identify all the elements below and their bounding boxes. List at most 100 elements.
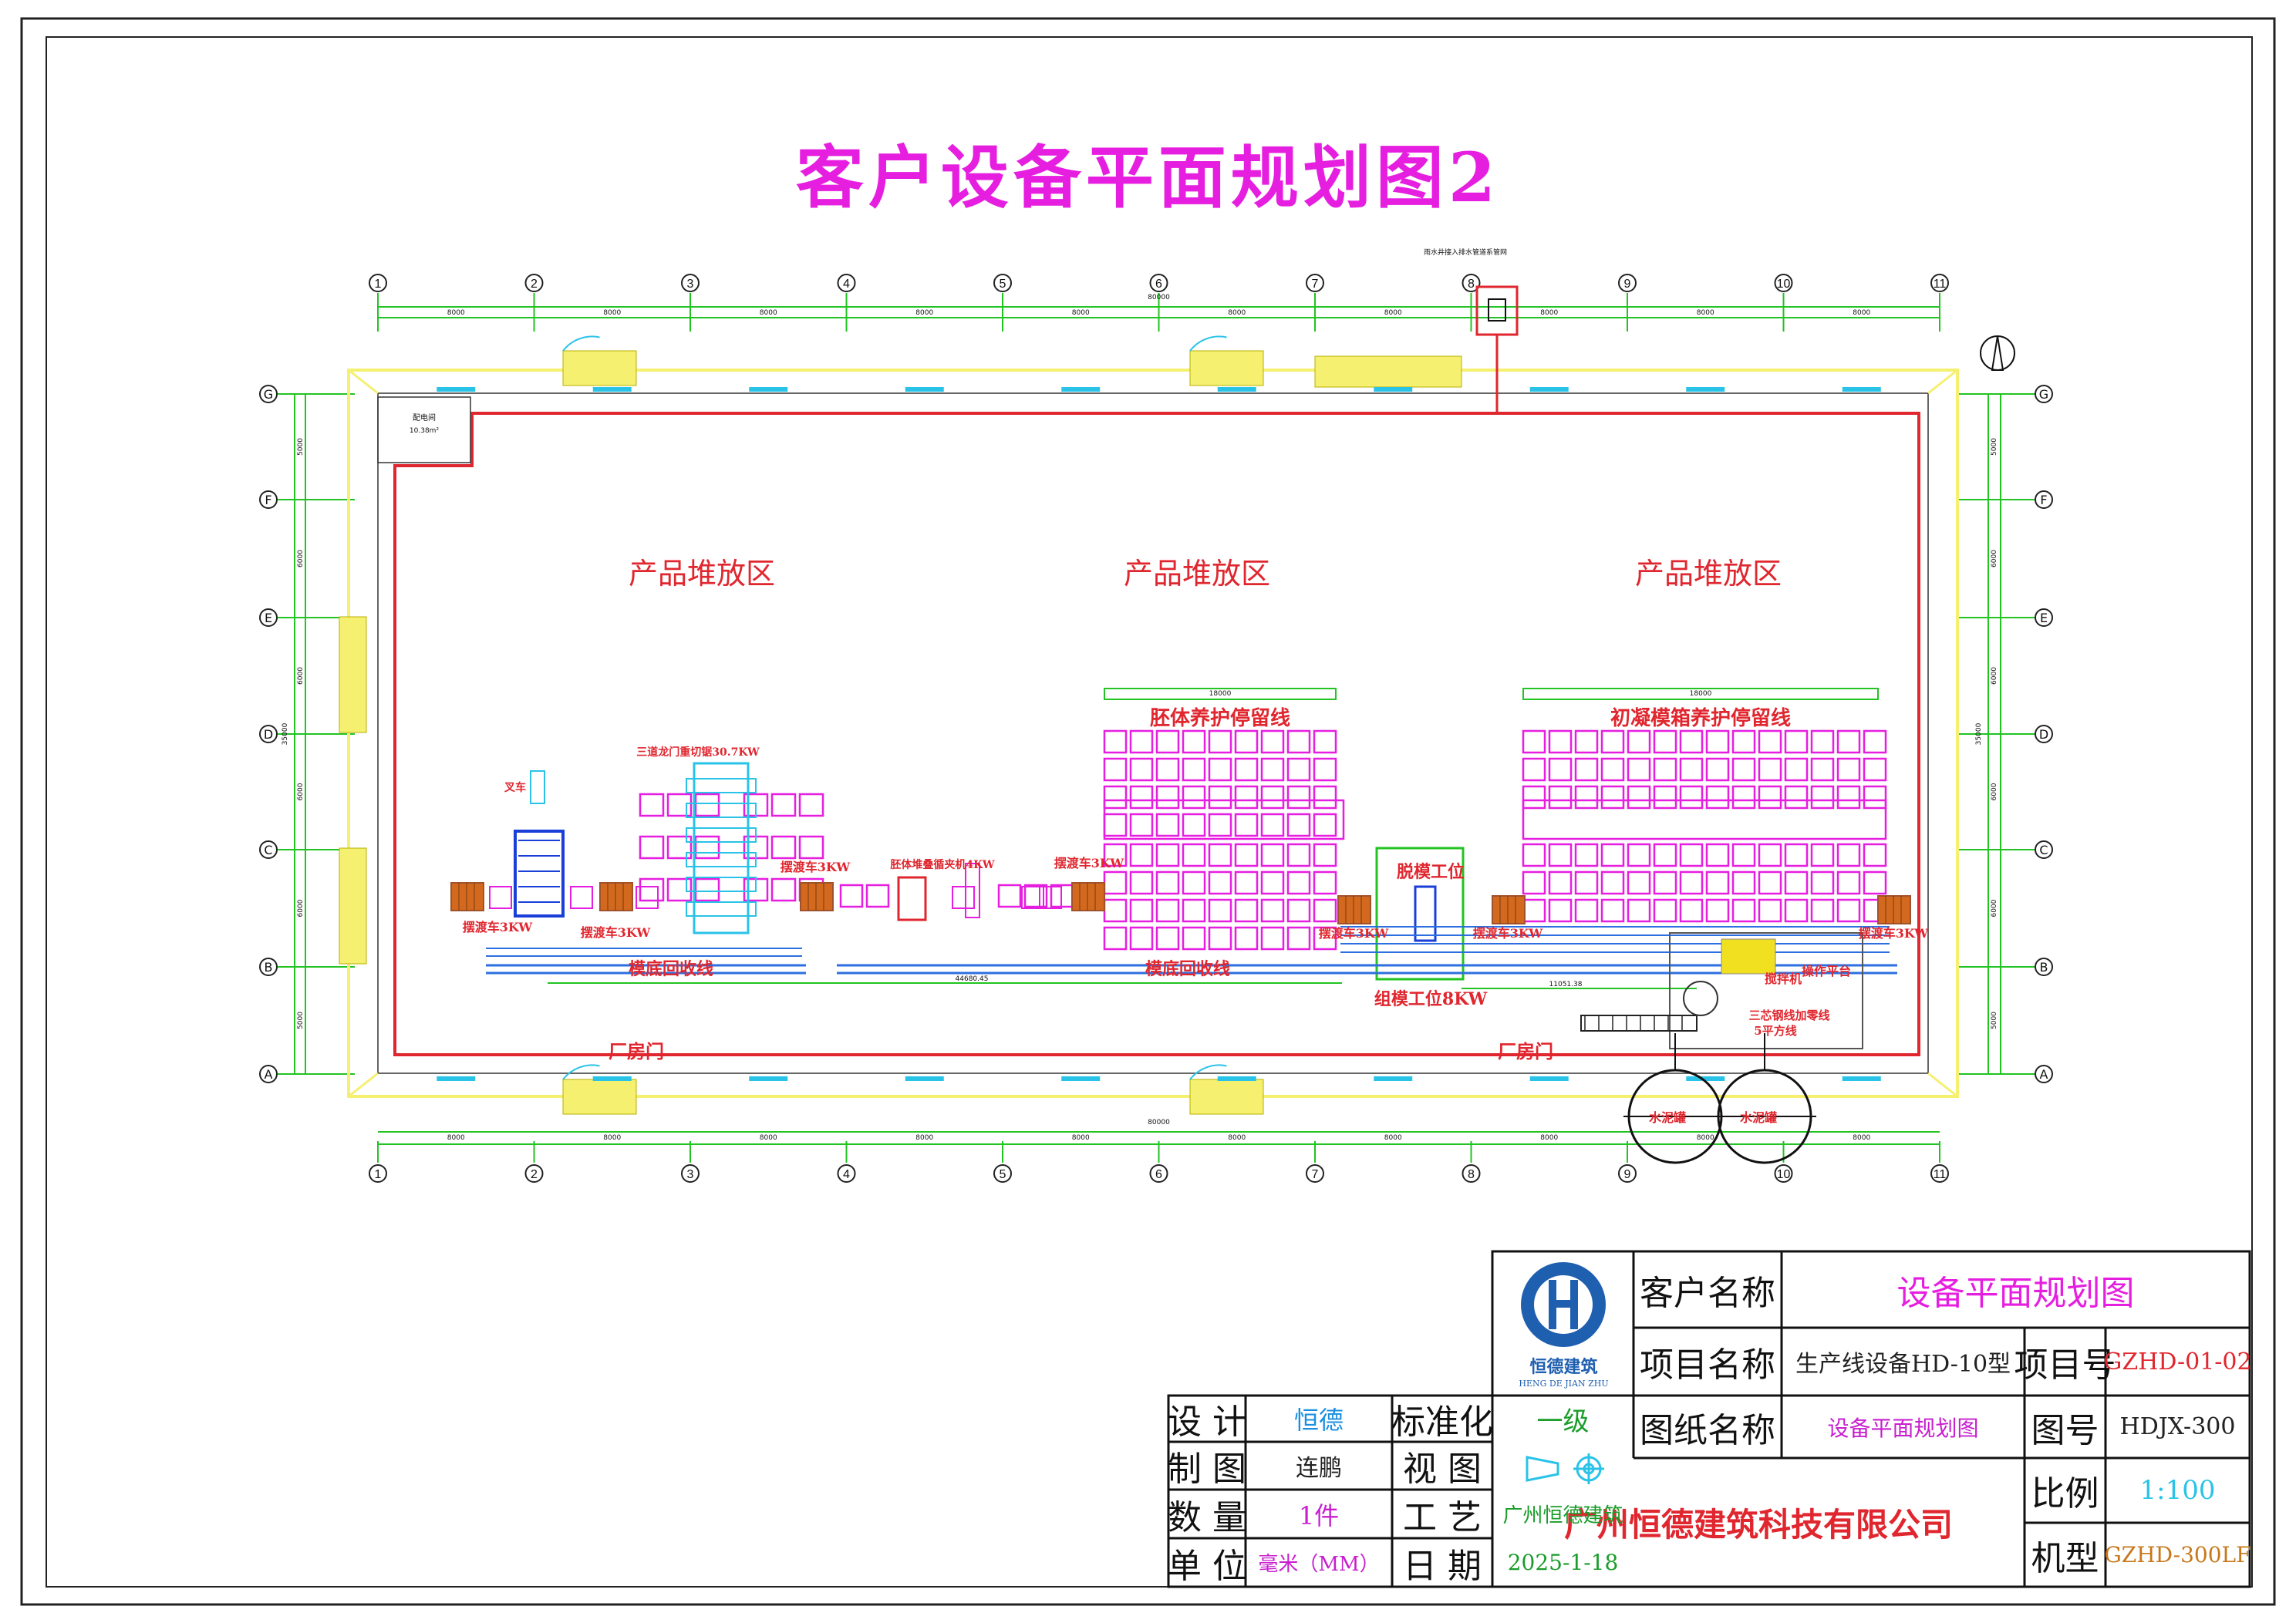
dimension-text: 8000 bbox=[1540, 1134, 1558, 1142]
drawing-no-label: 图号 bbox=[2031, 1410, 2099, 1450]
curing-cell bbox=[1182, 898, 1206, 923]
curing-cell bbox=[1731, 785, 1756, 810]
curing-cell bbox=[1863, 785, 1887, 810]
window-bottom bbox=[1217, 1076, 1256, 1081]
dimension-text: 8000 bbox=[1697, 1134, 1714, 1142]
grid-column-label: 11 bbox=[1934, 278, 1947, 291]
curing-cell bbox=[1836, 757, 1861, 782]
curing-cell bbox=[1574, 729, 1599, 754]
curing-cell bbox=[1208, 813, 1232, 837]
grid-row-label: C bbox=[2039, 843, 2048, 857]
curing-cell bbox=[1234, 898, 1259, 923]
dimension-text: 8000 bbox=[1072, 309, 1090, 317]
curing-cell bbox=[639, 835, 665, 860]
overall-dimension-text: 35000 bbox=[282, 722, 289, 745]
curing-cell bbox=[1208, 926, 1232, 951]
curing-cell bbox=[1653, 757, 1677, 782]
ferry-cart bbox=[1877, 895, 1911, 924]
curing-cell bbox=[666, 835, 693, 860]
curing-cell bbox=[1103, 870, 1128, 895]
curing-cell bbox=[1234, 757, 1259, 782]
curing-cell bbox=[1234, 843, 1259, 867]
cement-tank-label-1: 水泥罐 bbox=[1649, 1110, 1686, 1125]
curing-cell bbox=[1758, 843, 1782, 867]
project-name-label: 项目名称 bbox=[1640, 1345, 1775, 1385]
curing-rack-mid bbox=[1103, 799, 1345, 840]
ferry-cart bbox=[800, 882, 834, 911]
curing-cell bbox=[1653, 785, 1677, 810]
curing-cell bbox=[1313, 729, 1337, 754]
overall-dimension-text: 80000 bbox=[1148, 1119, 1170, 1126]
curing-cell bbox=[1155, 926, 1180, 951]
window-top bbox=[1842, 387, 1881, 392]
curing-cell bbox=[1286, 926, 1311, 951]
curing-cell bbox=[1313, 843, 1337, 867]
window-bottom bbox=[905, 1076, 944, 1081]
grid-column-label: 3 bbox=[687, 278, 694, 291]
dimension-text: 8000 bbox=[447, 1134, 465, 1142]
curing-cell bbox=[1705, 785, 1730, 810]
drain-note: 雨水井接入排水管道系管网 bbox=[1424, 247, 1507, 257]
window-top bbox=[1217, 387, 1256, 392]
grid-column-label: 10 bbox=[1777, 278, 1791, 291]
curing-cell bbox=[1784, 785, 1809, 810]
curing-cell bbox=[1522, 785, 1546, 810]
overall-dimension-text: 80000 bbox=[1148, 294, 1170, 301]
curing-cell bbox=[1548, 870, 1573, 895]
curing-cell bbox=[1260, 813, 1285, 837]
curing-cell bbox=[1758, 757, 1782, 782]
curing-cell bbox=[1103, 757, 1128, 782]
quantity-label: 数 量 bbox=[1168, 1497, 1246, 1537]
window-top bbox=[437, 387, 476, 392]
curing-cell bbox=[1522, 870, 1546, 895]
curing-cell bbox=[1653, 898, 1677, 923]
grid-column-label: 4 bbox=[843, 278, 850, 291]
curing-cell bbox=[1234, 926, 1259, 951]
curing-cell bbox=[1836, 729, 1861, 754]
row-dimension-text: 6000 bbox=[1991, 899, 1998, 917]
curing-cell bbox=[1260, 757, 1285, 782]
north-arrow-icon bbox=[1980, 335, 2015, 371]
grid-row-label: E bbox=[265, 611, 272, 625]
curing-cell bbox=[770, 877, 797, 902]
curing-cell bbox=[1208, 843, 1232, 867]
curing-cell bbox=[1208, 757, 1232, 782]
gantry-beam bbox=[686, 827, 757, 843]
conveyor-mold bbox=[570, 886, 593, 909]
curing-cell bbox=[694, 835, 720, 860]
curing-cell bbox=[997, 884, 1022, 908]
curing-cell bbox=[1731, 757, 1756, 782]
curing-cell bbox=[1182, 870, 1206, 895]
forklift-body bbox=[514, 830, 565, 918]
curing-cell bbox=[1313, 813, 1337, 837]
curing-cell bbox=[1260, 729, 1285, 754]
dimension-text: 8000 bbox=[1384, 1134, 1402, 1142]
curing-cell bbox=[839, 884, 864, 908]
curing-cell bbox=[1810, 785, 1835, 810]
curing-cell bbox=[1313, 757, 1337, 782]
corner-line bbox=[1927, 1072, 1958, 1098]
curing-cell bbox=[1810, 843, 1835, 867]
square-line-label: 5平方线 bbox=[1754, 1024, 1796, 1038]
curing-cell bbox=[1260, 898, 1285, 923]
ferry-cart bbox=[1337, 895, 1371, 924]
curing-cell bbox=[1103, 729, 1128, 754]
curing-cell bbox=[1208, 898, 1232, 923]
grid-row-label: B bbox=[2040, 960, 2048, 975]
lower-dimension-text: 44680.45 bbox=[956, 975, 989, 983]
ferry-cart bbox=[599, 882, 633, 911]
door-opening bbox=[339, 616, 367, 733]
curing-cell bbox=[1863, 843, 1887, 867]
row-dimension-text: 6000 bbox=[297, 899, 305, 917]
curing-cell bbox=[639, 793, 665, 817]
logo-pinyin: HENG DE JIAN ZHU bbox=[1519, 1378, 1609, 1389]
curing-cell bbox=[1600, 785, 1625, 810]
curing-cell bbox=[1731, 870, 1756, 895]
row-dimension-text: 5000 bbox=[297, 438, 305, 456]
curing-cell bbox=[1679, 729, 1704, 754]
grid-column-label: 2 bbox=[531, 1168, 538, 1181]
curing-cell bbox=[694, 877, 720, 902]
dimension-text: 8000 bbox=[1228, 1134, 1246, 1142]
grid-row-label: D bbox=[264, 727, 273, 742]
curing-cell bbox=[1129, 785, 1154, 810]
